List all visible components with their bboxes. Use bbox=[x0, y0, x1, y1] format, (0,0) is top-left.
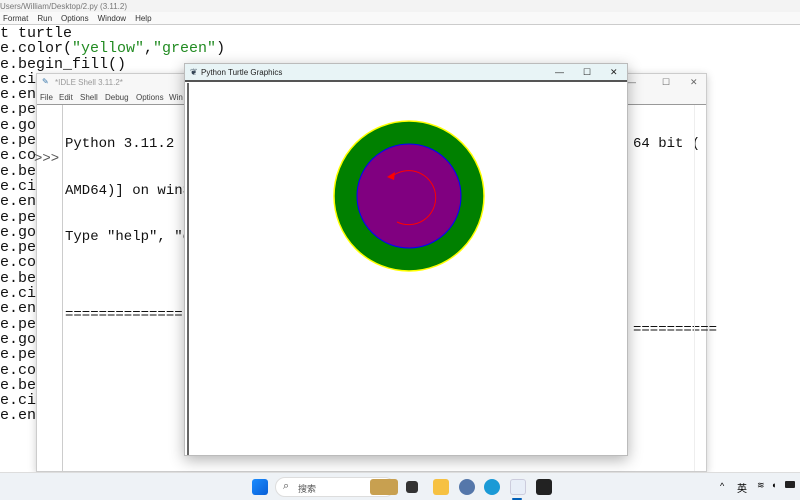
task-view-icon[interactable] bbox=[406, 481, 418, 493]
python-icon: ✎ bbox=[42, 77, 49, 86]
shell-scrollbar[interactable] bbox=[694, 105, 706, 471]
python-idle-icon[interactable] bbox=[510, 479, 526, 495]
minimize-icon[interactable]: — bbox=[555, 67, 564, 77]
shell-output[interactable]: Python 3.11.2 ( AMD64)] on win3 Type "he… bbox=[65, 106, 191, 354]
code-token: "green" bbox=[153, 40, 217, 58]
close-icon[interactable]: ✕ bbox=[610, 67, 618, 78]
menu-options[interactable]: Options bbox=[61, 14, 89, 24]
taskbar: ⌕ 搜索 ^ 英 ≋ ◖ bbox=[0, 472, 800, 500]
volume-icon[interactable]: ◖ bbox=[771, 480, 776, 490]
menu-help[interactable]: Help bbox=[135, 14, 151, 24]
editor-menubar: Format Run Options Window Help bbox=[0, 12, 800, 25]
inner-circle bbox=[356, 143, 462, 249]
menu-debug[interactable]: Debug bbox=[105, 93, 129, 102]
code-line: t turtle bbox=[0, 26, 225, 41]
app-icon[interactable] bbox=[536, 479, 552, 495]
edge-icon[interactable] bbox=[484, 479, 500, 495]
maximize-icon[interactable]: ☐ bbox=[662, 77, 670, 88]
turtle-window: ❦ Python Turtle Graphics — ☐ ✕ bbox=[184, 63, 628, 456]
turtle-drawing bbox=[333, 120, 485, 272]
turtle-canvas[interactable] bbox=[187, 83, 627, 455]
battery-icon[interactable] bbox=[785, 481, 795, 488]
turtle-titlebar: ❦ Python Turtle Graphics — ☐ ✕ bbox=[185, 64, 627, 82]
menu-format[interactable]: Format bbox=[3, 14, 28, 24]
editor-title: Users/William/Desktop/2.py (3.11.2) bbox=[0, 0, 800, 12]
shell-line: AMD64)] on win3 bbox=[65, 182, 192, 199]
menu-shell[interactable]: Shell bbox=[80, 93, 98, 102]
wifi-icon[interactable]: ≋ bbox=[757, 480, 765, 491]
file-explorer-icon[interactable] bbox=[433, 479, 449, 495]
shell-prompt: >>> bbox=[34, 151, 60, 167]
settings-icon[interactable] bbox=[459, 479, 475, 495]
menu-options[interactable]: Options bbox=[136, 93, 164, 102]
turtle-title: Python Turtle Graphics bbox=[201, 68, 283, 77]
windows-start-icon[interactable] bbox=[252, 479, 268, 495]
code-line: e.color("yellow","green") bbox=[0, 41, 225, 56]
code-token: , bbox=[144, 40, 154, 58]
maximize-icon[interactable]: ☐ bbox=[583, 67, 591, 78]
shell-line: Type "help", "c bbox=[65, 229, 192, 245]
input-language[interactable]: 英 bbox=[737, 480, 747, 495]
menu-edit[interactable]: Edit bbox=[59, 93, 73, 102]
search-placeholder: 搜索 bbox=[298, 484, 317, 494]
close-icon[interactable]: ✕ bbox=[690, 77, 698, 88]
shell-line: ============== bbox=[65, 306, 183, 323]
menu-file[interactable]: File bbox=[40, 93, 53, 102]
shell-prompt-gutter: >>> bbox=[34, 105, 63, 471]
menu-run[interactable]: Run bbox=[37, 14, 52, 24]
chevron-up-icon[interactable]: ^ bbox=[720, 481, 724, 491]
widgets-icon[interactable] bbox=[370, 479, 398, 495]
search-icon: ⌕ bbox=[283, 480, 290, 492]
shell-line: Python 3.11.2 ( bbox=[65, 136, 192, 152]
feather-icon: ❦ bbox=[190, 67, 198, 77]
shell-title: *IDLE Shell 3.11.2* bbox=[55, 78, 123, 87]
menu-window[interactable]: Win bbox=[169, 93, 183, 102]
code-token: ) bbox=[216, 40, 226, 58]
menu-window[interactable]: Window bbox=[98, 14, 126, 24]
